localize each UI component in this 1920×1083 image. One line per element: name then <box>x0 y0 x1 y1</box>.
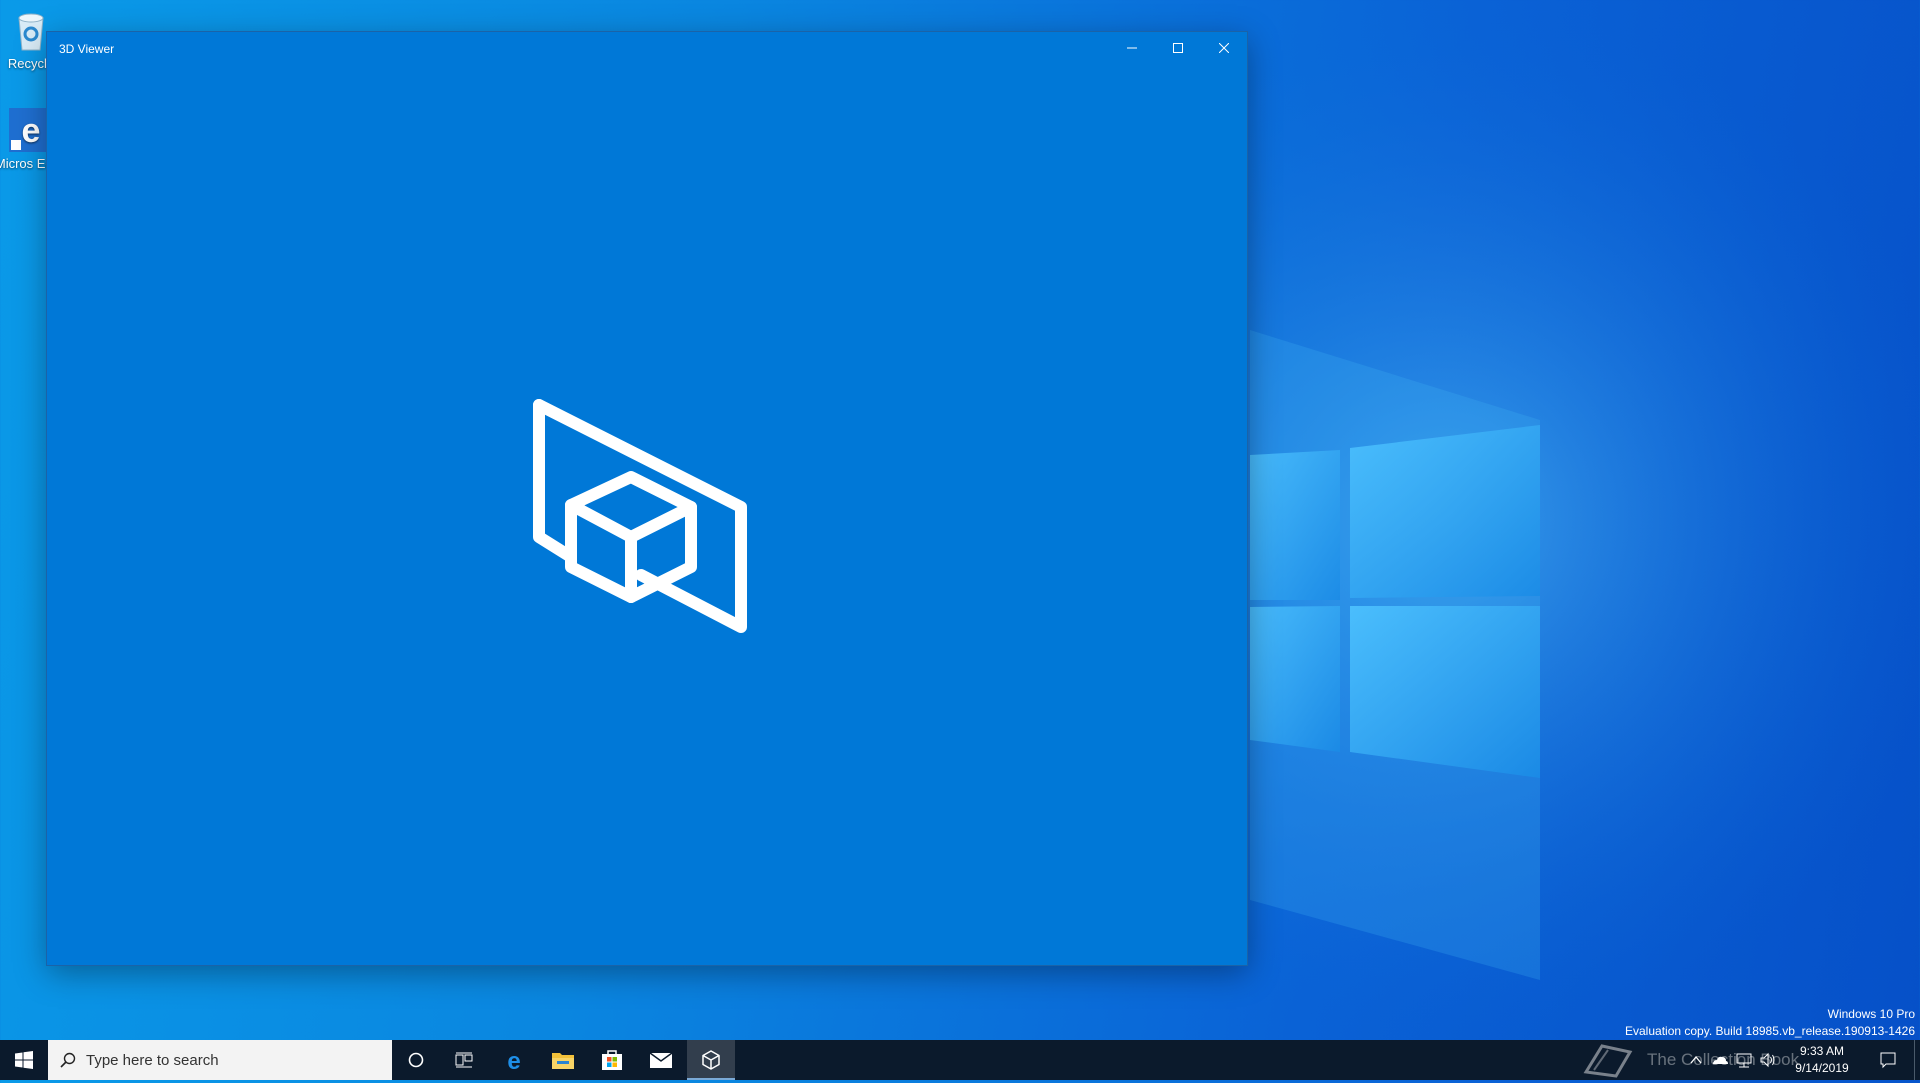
svg-text:e: e <box>507 1048 520 1072</box>
cortana-icon <box>408 1052 424 1068</box>
watermark-build: Evaluation copy. Build 18985.vb_release.… <box>1625 1024 1915 1038</box>
cloud-icon <box>1713 1056 1728 1064</box>
watermark-edition: Windows 10 Pro <box>1827 1007 1915 1021</box>
evaluation-watermark: Windows 10 Pro Evaluation copy. Build 18… <box>1625 1006 1915 1040</box>
cortana-button[interactable] <box>392 1040 440 1080</box>
close-icon <box>1219 43 1229 53</box>
task-view-icon <box>455 1052 473 1068</box>
task-view-button[interactable] <box>440 1040 488 1080</box>
file-explorer-button[interactable] <box>539 1040 587 1080</box>
mail-button[interactable] <box>637 1040 685 1080</box>
taskbar-edge-button[interactable]: e <box>490 1040 538 1080</box>
search-placeholder: Type here to search <box>86 1051 219 1069</box>
windows-logo-icon <box>15 1051 33 1069</box>
search-icon <box>60 1052 76 1068</box>
show-hidden-icons-button[interactable] <box>1686 1050 1706 1070</box>
start-button[interactable] <box>0 1040 48 1080</box>
speaker-icon <box>1760 1052 1775 1068</box>
volume-tray-button[interactable] <box>1758 1050 1778 1070</box>
search-box[interactable]: Type here to search <box>48 1040 392 1080</box>
network-tray-button[interactable] <box>1734 1050 1754 1070</box>
window-title: 3D Viewer <box>59 42 115 56</box>
maximize-icon <box>1173 43 1183 53</box>
action-center-button[interactable] <box>1878 1050 1898 1070</box>
store-button[interactable] <box>588 1040 636 1080</box>
store-icon <box>602 1050 622 1070</box>
taskbar: Type here to search e The Book 9:33 AM 9… <box>0 1040 1920 1080</box>
network-icon <box>1736 1053 1752 1068</box>
notification-icon <box>1880 1052 1896 1069</box>
clock-date: 9/14/2019 <box>1795 1061 1849 1075</box>
maximize-button[interactable] <box>1155 32 1201 64</box>
title-bar[interactable]: 3D Viewer <box>47 32 1247 64</box>
minimize-button[interactable] <box>1109 32 1155 64</box>
onedrive-tray-button[interactable] <box>1710 1050 1730 1070</box>
3d-viewer-taskbar-button[interactable] <box>687 1040 735 1080</box>
close-button[interactable] <box>1201 32 1247 64</box>
clock[interactable]: 9:33 AM 9/14/2019 <box>1785 1043 1859 1077</box>
app-window: 3D Viewer <box>47 32 1247 965</box>
file-explorer-icon <box>552 1053 574 1069</box>
edge-icon: e <box>507 1048 520 1072</box>
3d-viewer-logo-icon <box>533 399 747 633</box>
book-logo-icon <box>1583 1044 1633 1078</box>
svg-text:e: e <box>22 112 41 150</box>
minimize-icon <box>1127 47 1137 49</box>
mail-icon <box>649 1052 673 1068</box>
3d-viewer-icon <box>702 1050 720 1070</box>
clock-time: 9:33 AM <box>1799 1044 1845 1058</box>
chevron-up-icon <box>1690 1055 1702 1064</box>
show-desktop-button[interactable] <box>1914 1040 1920 1080</box>
